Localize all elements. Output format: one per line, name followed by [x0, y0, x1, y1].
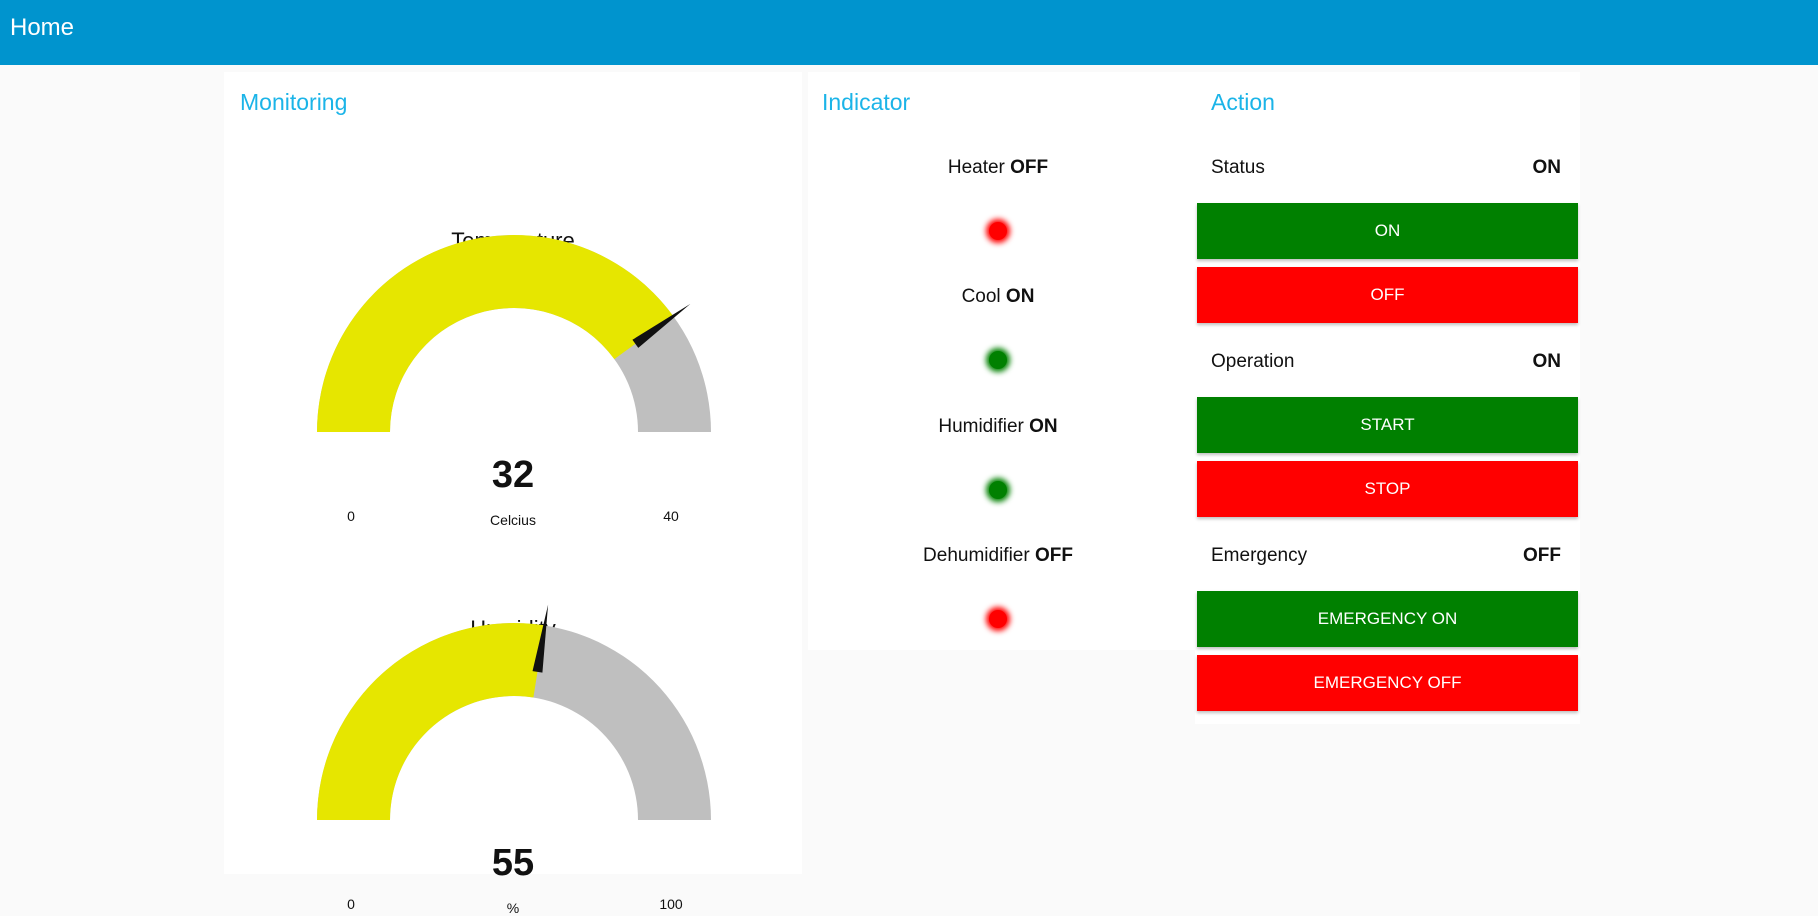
heater-led-icon: [989, 222, 1007, 240]
humidifier-led-icon: [989, 481, 1007, 499]
indicator-name: Humidifier: [938, 416, 1024, 437]
status-label: Status: [1211, 157, 1265, 178]
emergency-row: Emergency OFF: [1211, 545, 1561, 567]
status-state: ON: [1532, 157, 1562, 178]
indicator-title: Indicator: [822, 89, 911, 115]
gauge-max: 100: [659, 896, 683, 912]
humidity-gauge-dial: [317, 604, 711, 820]
dehumidifier-indicator-label: Dehumidifier OFF: [808, 545, 1188, 567]
cool-indicator-label: Cool ON: [808, 286, 1188, 308]
emergency-off-button[interactable]: EMERGENCY OFF: [1197, 655, 1578, 711]
top-bar: Home: [0, 0, 1818, 65]
gauge-fill: [317, 623, 545, 820]
indicator-state: OFF: [1010, 157, 1049, 178]
heater-indicator-label: Heater OFF: [808, 157, 1188, 179]
emergency-state: OFF: [1523, 545, 1561, 566]
operation-row: Operation ON: [1211, 351, 1561, 373]
operation-label: Operation: [1211, 351, 1295, 372]
emergency-label: Emergency: [1211, 545, 1308, 566]
action-title: Action: [1211, 89, 1275, 115]
gauge-max: 40: [663, 508, 679, 524]
monitoring-panel: Monitoring Temperature 32 Celcius 0 40 H…: [224, 72, 802, 916]
indicator-state: ON: [1029, 416, 1058, 437]
gauge-min: 0: [347, 896, 355, 912]
gauge-fill: [317, 235, 674, 432]
emergency-on-button[interactable]: EMERGENCY ON: [1197, 591, 1578, 647]
indicator-name: Dehumidifier: [923, 545, 1030, 566]
status-on-button[interactable]: ON: [1197, 203, 1578, 259]
indicator-name: Cool: [961, 286, 1001, 307]
indicator-panel: Indicator Heater OFF Cool ON Humidifier …: [808, 72, 1195, 650]
action-panel: Action Status ON ON OFF Operation ON STA…: [1195, 72, 1580, 724]
temperature-gauge-dial: [317, 235, 711, 432]
humidifier-indicator-label: Humidifier ON: [808, 416, 1188, 438]
gauge-units: %: [506, 900, 520, 916]
stop-button[interactable]: STOP: [1197, 461, 1578, 517]
cool-led-icon: [989, 351, 1007, 369]
monitoring-title: Monitoring: [240, 89, 348, 115]
dehumidifier-led-icon: [989, 610, 1007, 628]
indicator-state: ON: [1005, 286, 1035, 307]
indicator-name: Heater: [947, 157, 1005, 178]
gauge-value: 55: [491, 842, 535, 884]
gauge-units: Celcius: [490, 512, 536, 528]
gauge-value: 32: [491, 454, 535, 496]
page-title: Home: [10, 14, 75, 41]
status-row: Status ON: [1211, 157, 1561, 179]
status-off-button[interactable]: OFF: [1197, 267, 1578, 323]
operation-state: ON: [1532, 351, 1562, 372]
gauge-min: 0: [347, 508, 355, 524]
start-button[interactable]: START: [1197, 397, 1578, 453]
indicator-state: OFF: [1034, 545, 1073, 566]
